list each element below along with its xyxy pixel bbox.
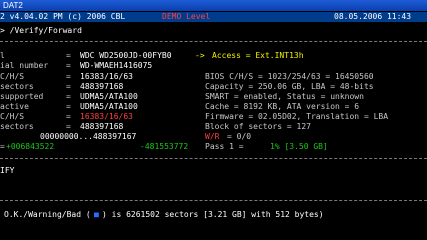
- smart-info: SMART = enabled, Status = unknown: [205, 92, 364, 101]
- top-separator: [0, 41, 427, 43]
- eq-sign: =: [66, 82, 71, 91]
- mid-separator: [0, 158, 427, 160]
- datetime-text: 08.05.2006 11:43: [334, 12, 412, 21]
- drive-model: WDC WD2500JD-00FYB0: [80, 51, 172, 60]
- window-title-bar: DAT2: [0, 0, 427, 11]
- window-title: DAT2: [3, 1, 23, 10]
- header-bar: 2 v4.04.02 PM (c) 2006 CBL DEMO Level 08…: [0, 12, 427, 22]
- lba-range: 00000000...488397167: [40, 132, 137, 141]
- eq-sign: =: [66, 61, 71, 70]
- wr-value: = 0/0: [227, 132, 252, 141]
- demo-label: DEMO Level: [162, 12, 211, 21]
- footer-summary: ) is 6261502 sectors [3.21 GB] with 512 …: [102, 210, 324, 219]
- mode-text: IFY: [0, 166, 15, 175]
- access-method: Access = Ext.INT13h: [212, 51, 304, 60]
- eq-sign: =: [66, 51, 71, 60]
- serial-value: WD-WMAEH1416075: [80, 61, 153, 70]
- eq-sign: =: [66, 92, 71, 101]
- sectors2-value: 488397168: [80, 122, 124, 131]
- bad-sector-icon: ■: [94, 210, 99, 219]
- supported-label: supported: [0, 92, 44, 101]
- active-label: active: [0, 102, 29, 111]
- position-start: +006843522: [6, 142, 55, 151]
- cache-info: Cache = 8192 KB, ATA version = 6: [205, 102, 360, 111]
- chs-label: C/H/S: [0, 72, 25, 81]
- pass-label: Pass 1 =: [205, 142, 244, 151]
- drive-label: l: [0, 51, 5, 60]
- bottom-separator: [0, 200, 427, 202]
- wr-label: W/R: [205, 132, 220, 141]
- sectors-value: 488397168: [80, 82, 124, 91]
- eq-sign: =: [66, 102, 71, 111]
- bios-info: BIOS C/H/S = 1023/254/63 = 16450560: [205, 72, 374, 81]
- footer-legend: O.K./Warning/Bad (: [4, 210, 91, 219]
- breadcrumb: > /Verify/Forward: [0, 26, 82, 35]
- sectors2-label: sectors: [0, 122, 34, 131]
- eq-sign: =: [66, 72, 71, 81]
- firmware-info: Firmware = 02.05D02, Translation = LBA: [205, 112, 389, 121]
- supported-value: UDMA5/ATA100: [80, 92, 138, 101]
- version-text: 2 v4.04.02 PM (c) 2006 CBL: [0, 12, 126, 21]
- position-end: -481553772: [140, 142, 189, 151]
- chs-value: 16383/16/63: [80, 72, 133, 81]
- pass-progress: 1% [3.50 GB]: [270, 142, 328, 151]
- sectors-label: sectors: [0, 82, 34, 91]
- eq-sign: =: [66, 112, 71, 121]
- capacity-info: Capacity = 250.06 GB, LBA = 48-bits: [205, 82, 374, 91]
- chs2-label: C/H/S: [0, 112, 25, 121]
- chs2-value: 16383/16/63: [80, 112, 133, 121]
- active-value: UDMA5/ATA100: [80, 102, 138, 111]
- serial-label: ial number: [0, 61, 49, 70]
- eq-sign: =: [66, 122, 71, 131]
- start-marker: =: [0, 142, 5, 151]
- block-info: Block of sectors = 127: [205, 122, 311, 131]
- access-arrow: ->: [195, 51, 205, 60]
